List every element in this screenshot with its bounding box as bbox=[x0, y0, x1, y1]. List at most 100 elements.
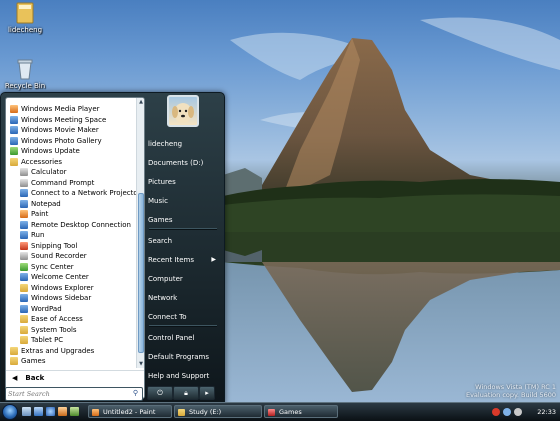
start-menu-link-label: Computer bbox=[148, 275, 183, 283]
program-icon bbox=[10, 126, 18, 135]
program-icon bbox=[20, 231, 28, 240]
folder-icon bbox=[10, 157, 18, 166]
program-icon bbox=[20, 252, 28, 261]
program-item[interactable]: Command Prompt bbox=[6, 178, 136, 189]
taskbar-button[interactable]: Study (E:) bbox=[174, 405, 262, 418]
taskbar-button-label: Study (E:) bbox=[189, 408, 222, 416]
program-item[interactable]: Connect to a Network Projector bbox=[6, 188, 136, 199]
program-item[interactable]: Windows Update bbox=[6, 146, 136, 157]
program-list-scrollbar[interactable]: ▲ ▼ bbox=[136, 98, 144, 368]
start-menu-link[interactable]: Connect To bbox=[148, 309, 218, 325]
program-label: Remote Desktop Connection bbox=[31, 220, 131, 229]
shutdown-options-button[interactable]: ▸ bbox=[199, 386, 215, 400]
back-label: Back bbox=[25, 374, 45, 382]
program-item[interactable]: Windows Meeting Space bbox=[6, 115, 136, 126]
start-menu-link[interactable]: Default Programs bbox=[148, 349, 218, 365]
program-item[interactable]: Windows Media Player bbox=[6, 104, 136, 115]
start-search-input[interactable] bbox=[8, 388, 126, 399]
program-item[interactable]: Windows Photo Gallery bbox=[6, 136, 136, 147]
folder-icon bbox=[20, 336, 28, 345]
program-label: System Tools bbox=[31, 325, 77, 334]
start-menu-link-label: Games bbox=[148, 216, 173, 224]
program-item[interactable]: Extras and Upgrades bbox=[6, 346, 136, 357]
taskbar-button[interactable]: Untitled2 - Paint bbox=[88, 405, 172, 418]
program-item[interactable]: WordPad bbox=[6, 304, 136, 315]
clock[interactable]: 22:33 bbox=[537, 404, 556, 420]
program-icon bbox=[20, 273, 28, 282]
program-label: Paint bbox=[31, 210, 49, 218]
power-icon: ⏻ bbox=[157, 389, 163, 397]
start-menu-link[interactable]: Music bbox=[148, 193, 218, 209]
start-menu-link[interactable]: Control Panel bbox=[148, 330, 218, 346]
start-search-box[interactable]: ⚲ bbox=[5, 387, 143, 401]
start-menu-link[interactable]: Documents (D:) bbox=[148, 155, 218, 171]
program-item[interactable]: Windows Movie Maker bbox=[6, 125, 136, 136]
power-button[interactable]: ⏻ bbox=[147, 386, 173, 400]
start-menu-link-label: Control Panel bbox=[148, 334, 195, 342]
start-menu-link-label: Documents (D:) bbox=[148, 159, 204, 167]
program-item[interactable]: Windows Explorer bbox=[6, 283, 136, 294]
program-icon bbox=[20, 220, 28, 229]
start-menu: Windows Media Player Windows Meeting Spac… bbox=[0, 92, 225, 404]
program-item[interactable]: Calculator bbox=[6, 167, 136, 178]
program-item[interactable]: Sound Recorder bbox=[6, 251, 136, 262]
program-item[interactable]: System Tools bbox=[6, 325, 136, 336]
start-menu-link-label: Default Programs bbox=[148, 353, 209, 361]
search-icon[interactable]: ⚲ bbox=[131, 389, 140, 398]
security-alert-icon[interactable] bbox=[492, 408, 500, 416]
program-label: Windows Media Player bbox=[21, 105, 100, 113]
network-icon[interactable] bbox=[503, 408, 511, 416]
dog-avatar-icon bbox=[172, 103, 194, 123]
user-picture[interactable] bbox=[167, 95, 199, 127]
program-item[interactable]: Windows Sidebar bbox=[6, 293, 136, 304]
start-menu-link-label: Help and Support bbox=[148, 372, 210, 380]
start-menu-link[interactable]: Search bbox=[148, 233, 218, 249]
program-label: Calculator bbox=[31, 168, 67, 176]
lock-button[interactable]: 🔒︎ bbox=[173, 386, 199, 400]
volume-icon[interactable] bbox=[514, 408, 522, 416]
program-label: Extras and Upgrades bbox=[21, 346, 95, 355]
back-button[interactable]: ◀ Back bbox=[6, 370, 144, 385]
media-player-icon[interactable] bbox=[58, 407, 67, 416]
start-orb-button[interactable] bbox=[2, 404, 18, 420]
program-item[interactable]: Sync Center bbox=[6, 262, 136, 273]
program-label: Sync Center bbox=[31, 262, 74, 271]
desktop-icon-recycle-bin[interactable]: Recycle Bin bbox=[0, 58, 50, 90]
start-menu-link[interactable]: Help and Support bbox=[148, 368, 218, 384]
taskbar-button-label: Untitled2 - Paint bbox=[103, 408, 156, 416]
start-menu-link-label: Search bbox=[148, 237, 173, 245]
start-menu-link[interactable]: Recent Items ▶ bbox=[148, 252, 218, 268]
internet-explorer-icon[interactable] bbox=[46, 407, 55, 416]
program-item[interactable]: Paint bbox=[6, 209, 136, 220]
lock-icon: 🔒︎ bbox=[184, 389, 188, 397]
start-menu-link[interactable]: Games bbox=[148, 212, 218, 228]
program-label: Ease of Access bbox=[31, 315, 83, 323]
program-label: Windows Explorer bbox=[31, 283, 94, 292]
program-item[interactable]: Tablet PC bbox=[6, 335, 136, 346]
program-item[interactable]: Accessories bbox=[6, 157, 136, 168]
switch-windows-icon[interactable] bbox=[34, 407, 43, 416]
scroll-thumb[interactable] bbox=[138, 193, 144, 353]
show-desktop-icon[interactable] bbox=[22, 407, 31, 416]
start-menu-link[interactable]: Network bbox=[148, 290, 218, 306]
start-menu-link[interactable]: Pictures bbox=[148, 174, 218, 190]
program-item[interactable]: Run bbox=[6, 230, 136, 241]
program-item[interactable]: Games bbox=[6, 356, 136, 367]
program-item[interactable]: Ease of Access bbox=[6, 314, 136, 325]
scroll-up-arrow-icon[interactable]: ▲ bbox=[137, 98, 144, 106]
desktop-icon-user-folder[interactable]: lidecheng bbox=[0, 2, 50, 34]
scroll-down-arrow-icon[interactable]: ▼ bbox=[137, 360, 144, 368]
program-icon bbox=[20, 178, 28, 187]
arrow-right-icon: ▸ bbox=[205, 389, 209, 397]
program-item[interactable]: Welcome Center bbox=[6, 272, 136, 283]
program-item[interactable]: Remote Desktop Connection bbox=[6, 220, 136, 231]
program-item[interactable]: Notepad bbox=[6, 199, 136, 210]
start-menu-link-label: Music bbox=[148, 197, 168, 205]
folder-icon bbox=[10, 357, 18, 366]
start-menu-link[interactable]: Computer bbox=[148, 271, 218, 287]
program-item[interactable]: Snipping Tool bbox=[6, 241, 136, 252]
taskbar-button[interactable]: Games bbox=[264, 405, 338, 418]
start-menu-link[interactable]: lidecheng bbox=[148, 136, 218, 152]
program-icon bbox=[20, 189, 28, 198]
quick-launch-extra-icon[interactable] bbox=[70, 407, 79, 416]
